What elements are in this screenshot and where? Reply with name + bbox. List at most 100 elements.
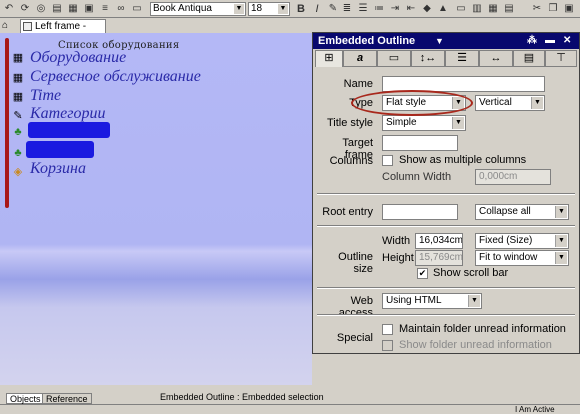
tab-left-frame-page[interactable]: Left frame - Page [20, 19, 106, 45]
outline-size-label: Outline size [338, 251, 373, 275]
indent-icon[interactable]: ⇥ [388, 2, 402, 16]
height-mode-select[interactable]: Fit to window ▼ [475, 250, 569, 266]
web-access-select[interactable]: Using HTML ▼ [382, 293, 482, 309]
left-frame-canvas[interactable]: Список оборудования ▦ Оборудование ▦ Сер… [0, 33, 312, 385]
outdent-icon[interactable]: ⇤ [404, 2, 418, 16]
bullets-icon[interactable]: ☰ [356, 2, 370, 16]
formatting-toolbar: ↶ ⟳ ◎ ▤ ▦ ▣ ≡ ∞ ▭ Book Antiqua ▼ 18 ▼ B … [0, 0, 580, 18]
maintain-unread-checkbox[interactable] [382, 324, 393, 335]
help-icon[interactable]: ⁂ [527, 33, 537, 49]
maintain-unread-label: Maintain folder unread information [399, 323, 566, 335]
web-access-value: Using HTML [386, 295, 442, 306]
link-icon[interactable]: ∞ [114, 2, 128, 16]
menu-item-categories[interactable]: Категории [30, 105, 106, 123]
show-unread-label: Show folder unread information [399, 339, 552, 351]
height-label: Height [382, 252, 414, 264]
tab-box[interactable]: ▤ [513, 50, 545, 67]
undo-icon[interactable]: ↶ [2, 2, 16, 16]
numbering-icon[interactable]: ≔ [372, 2, 386, 16]
separator [317, 225, 575, 227]
panel-icon[interactable]: ▤ [502, 2, 516, 16]
scroll-bar-checkbox[interactable]: ✔ [417, 268, 428, 279]
type-select[interactable]: Flat style ▼ [382, 95, 466, 111]
copy-icon[interactable]: ❐ [546, 2, 560, 16]
highlight-icon[interactable]: ▲ [436, 2, 450, 16]
embedded-outline-panel: Embedded Outline ▼ ⁂ ▬ ✕ ⊞ a ▭ ↕↔ ☰ ↔ ▤ … [312, 32, 580, 354]
width-input[interactable]: 16,034cm [415, 233, 463, 249]
tab-objects[interactable]: Objects [6, 393, 45, 404]
width-mode-value: Fixed (Size) [479, 235, 533, 246]
type-label: Type [349, 97, 373, 109]
menu-item-equipment[interactable]: Оборудование [30, 49, 126, 67]
target-frame-input[interactable] [382, 135, 458, 151]
folder-icon: ▦ [12, 91, 24, 103]
list-icon[interactable]: ≡ [98, 2, 112, 16]
red-annotation-line [5, 38, 9, 208]
multiple-columns-checkbox[interactable] [382, 155, 393, 166]
image-icon[interactable]: ▣ [82, 2, 96, 16]
grid-icon[interactable]: ▦ [486, 2, 500, 16]
menu-item-service[interactable]: Сервесное обслуживание [30, 68, 201, 86]
panel-title: Embedded Outline [318, 35, 416, 47]
redacted-item-block[interactable] [28, 122, 110, 138]
home-icon[interactable]: ⌂ [2, 20, 16, 32]
tab-font[interactable]: a [343, 50, 377, 67]
font-size-select[interactable]: 18 ▼ [248, 2, 290, 16]
orientation-select[interactable]: Vertical ▼ [475, 95, 545, 111]
chevron-down-icon: ▼ [555, 235, 567, 247]
show-unread-checkbox[interactable] [382, 340, 393, 351]
column-width-input[interactable]: 0,000cm [475, 169, 551, 185]
close-icon[interactable]: ✕ [563, 33, 571, 49]
width-mode-select[interactable]: Fixed (Size) ▼ [475, 233, 569, 249]
bold-button[interactable]: B [294, 2, 308, 16]
align-icon[interactable]: ≣ [340, 2, 354, 16]
chevron-down-icon: ▼ [278, 4, 288, 14]
refresh-icon[interactable]: ⟳ [18, 2, 32, 16]
redacted-item-block[interactable] [26, 141, 94, 158]
font-size-value: 18 [251, 3, 263, 14]
italic-button[interactable]: I [310, 2, 324, 16]
tab-spacing[interactable]: ↕↔ [411, 50, 445, 67]
height-mode-value: Fit to window [479, 252, 538, 263]
document-tab-bar: ⌂ Left frame - Page [0, 18, 580, 45]
color-icon[interactable]: ◆ [420, 2, 434, 16]
tab-reference[interactable]: Reference [42, 393, 92, 404]
pen-icon[interactable]: ✎ [326, 2, 340, 16]
tab-hide[interactable]: ⊤ [545, 50, 577, 67]
binoculars-icon[interactable]: ◎ [34, 2, 48, 16]
tab-outline[interactable]: ⊞ [315, 50, 343, 67]
minimize-icon[interactable]: ▬ [545, 33, 555, 49]
height-input[interactable]: 15,769cm [415, 250, 463, 266]
frame-icon[interactable]: ▭ [130, 2, 144, 16]
panel-tabs: ⊞ a ▭ ↕↔ ☰ ↔ ▤ ⊤ [313, 50, 579, 67]
name-input[interactable] [382, 76, 545, 92]
multiple-columns-label: Show as multiple columns [399, 154, 527, 166]
person-icon: ♣ [14, 126, 22, 138]
root-entry-input[interactable] [382, 204, 458, 220]
name-label: Name [343, 78, 373, 90]
tab-borders[interactable]: ☰ [445, 50, 479, 67]
chevron-down-icon: ▼ [531, 97, 543, 109]
title-style-select[interactable]: Simple ▼ [382, 115, 466, 131]
paste-clip-icon[interactable]: ▣ [562, 2, 576, 16]
chevron-down-icon: ▼ [234, 4, 244, 14]
status-text: Embedded Outline : Embedded selection [160, 392, 324, 402]
chevron-down-icon: ▼ [555, 206, 567, 218]
tab-dimensions[interactable]: ↔ [479, 50, 513, 67]
chevron-down-icon[interactable]: ▼ [435, 33, 444, 49]
tab-background[interactable]: ▭ [377, 50, 411, 67]
layout-icon[interactable]: ▥ [470, 2, 484, 16]
table-icon[interactable]: ▦ [66, 2, 80, 16]
chevron-down-icon: ▼ [452, 97, 464, 109]
root-entry-label: Root entry [322, 206, 373, 218]
scissors-icon[interactable]: ✂ [530, 2, 544, 16]
paste-icon[interactable]: ▤ [50, 2, 64, 16]
menu-item-basket[interactable]: Корзина [30, 160, 86, 178]
title-style-value: Simple [386, 117, 417, 128]
font-name-select[interactable]: Book Antiqua ▼ [150, 2, 246, 16]
collapse-select[interactable]: Collapse all ▼ [475, 204, 569, 220]
panel-title-bar[interactable]: Embedded Outline ▼ ⁂ ▬ ✕ [313, 33, 579, 49]
width-label: Width [382, 235, 411, 247]
menu-item-time[interactable]: Time [30, 87, 61, 105]
window-icon[interactable]: ▭ [454, 2, 468, 16]
